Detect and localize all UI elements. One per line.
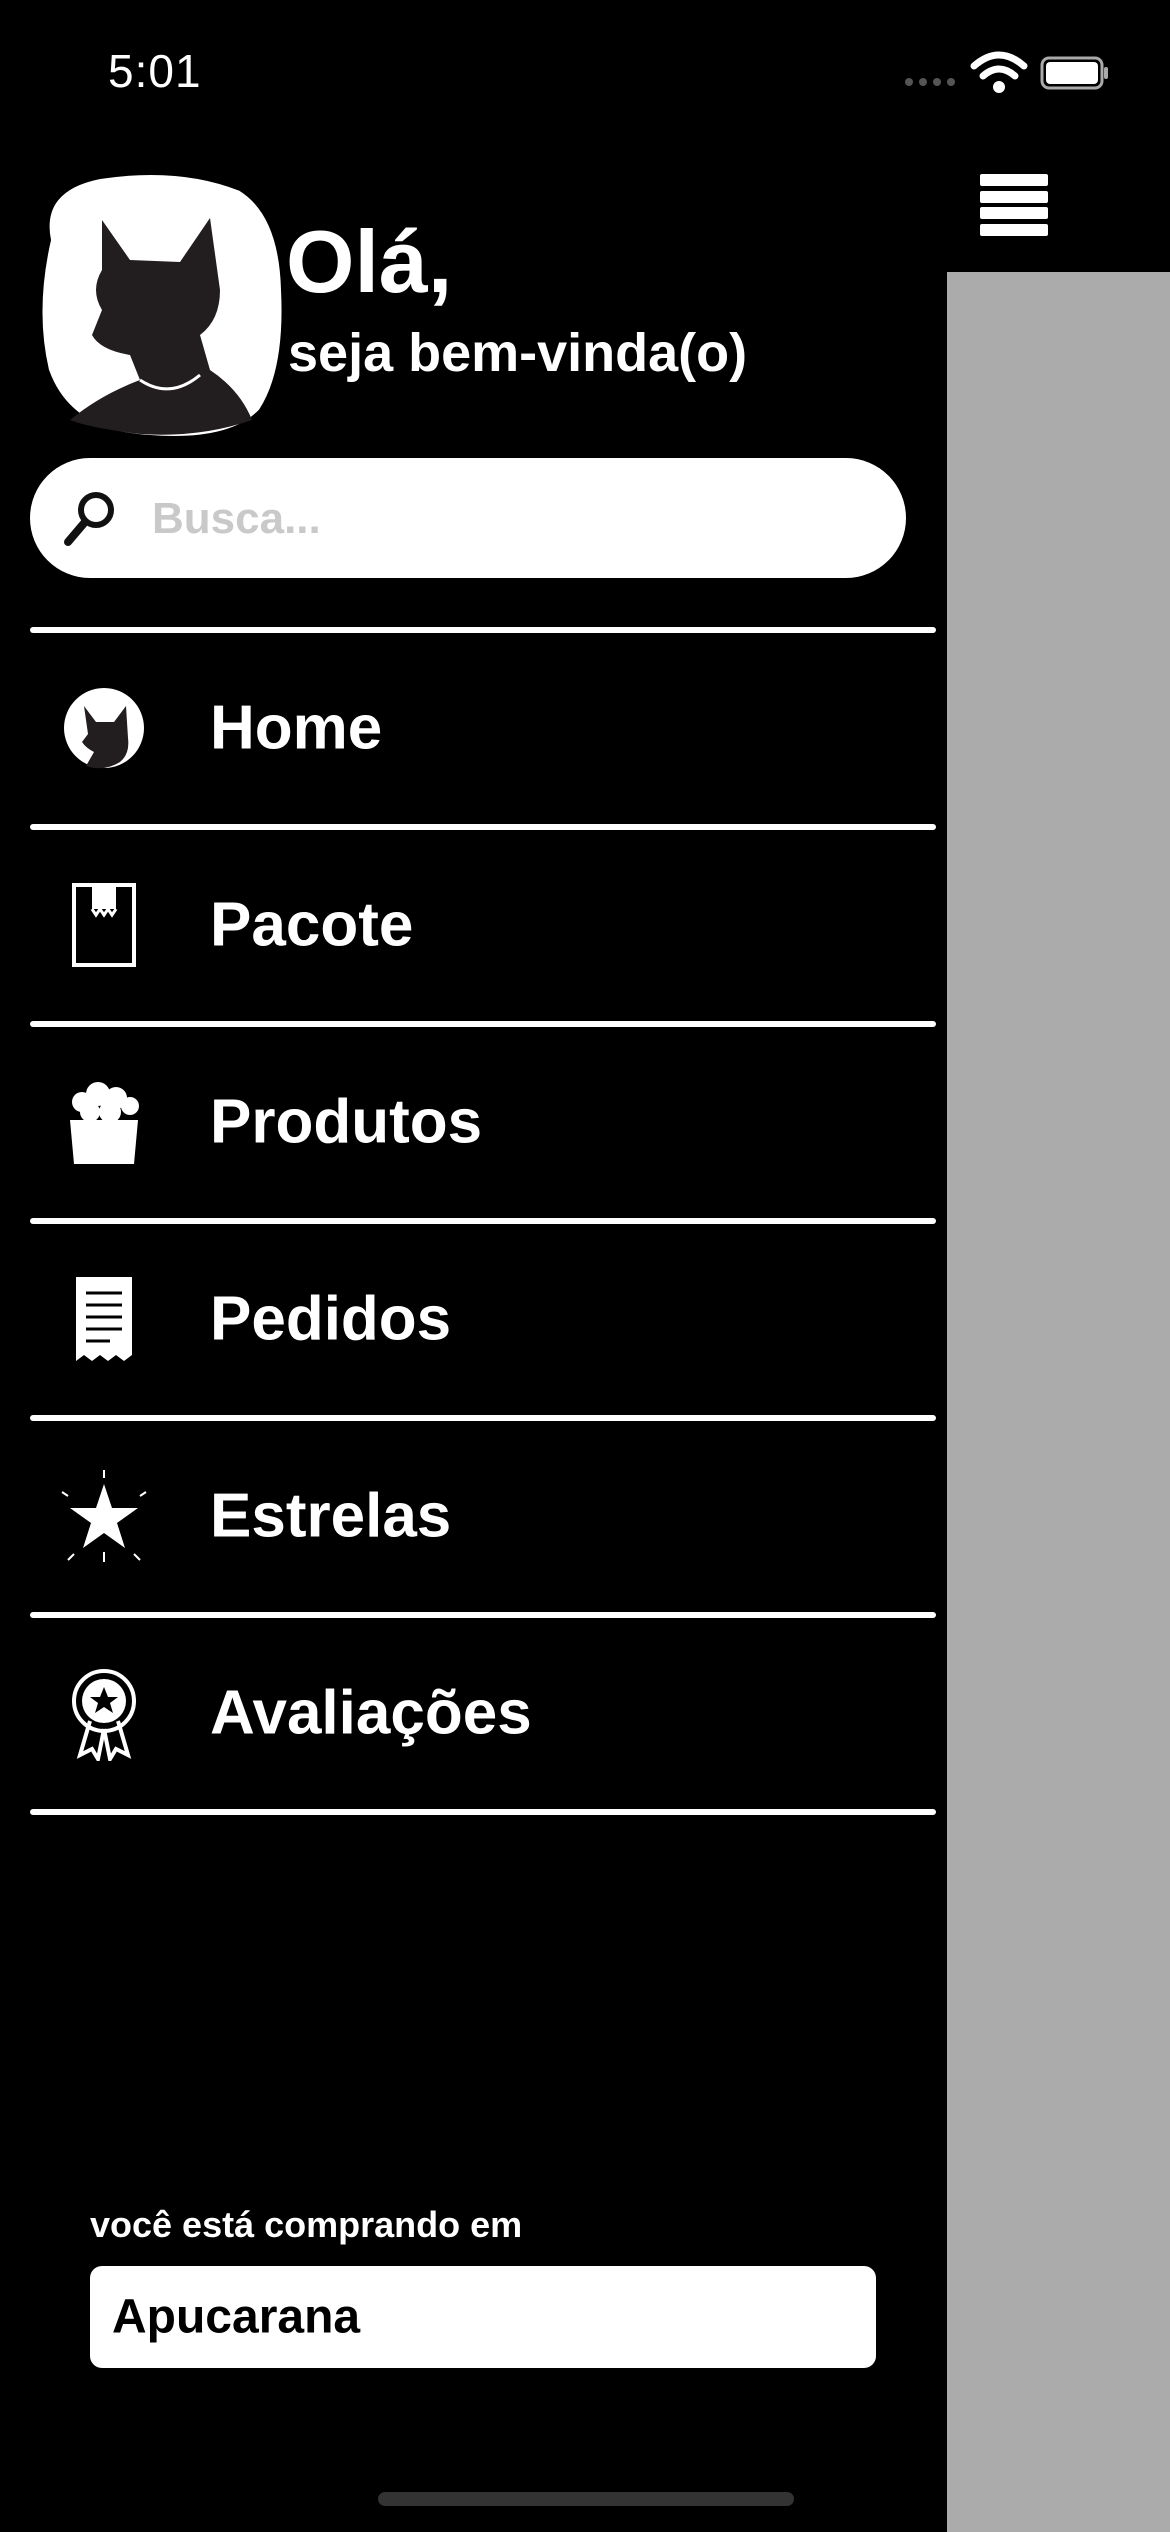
greeting-title: Olá,: [286, 212, 453, 311]
dimmed-content-overlay[interactable]: [947, 272, 1170, 2532]
fox-avatar-icon: [40, 173, 284, 438]
search-icon[interactable]: [58, 486, 122, 550]
menu-item-label: Avaliações: [210, 1678, 532, 1748]
menu-item-avaliacoes[interactable]: Avaliações: [30, 1618, 936, 1808]
city-selector[interactable]: Apucarana: [90, 2266, 876, 2368]
menu-item-label: Pedidos: [210, 1284, 452, 1354]
receipt-icon: [76, 1277, 132, 1361]
menu-item-label: Produtos: [210, 1087, 483, 1157]
status-bar: 5:01: [0, 0, 1170, 150]
search-input[interactable]: [150, 478, 874, 560]
menu-toggle-button[interactable]: [980, 174, 1048, 236]
menu-item-label: Home: [210, 693, 383, 763]
package-icon: [72, 883, 136, 967]
menu-item-pacote[interactable]: Pacote: [30, 830, 936, 1020]
products-icon: [70, 1082, 139, 1164]
menu-item-estrelas[interactable]: Estrelas: [30, 1421, 936, 1611]
city-value: Apucarana: [112, 2290, 361, 2344]
menu-item-produtos[interactable]: Produtos: [30, 1027, 936, 1217]
greeting-subtitle: seja bem-vinda(o): [288, 323, 748, 383]
location-label: você está comprando em: [90, 2204, 523, 2245]
search-bar[interactable]: [30, 458, 906, 578]
battery-icon: [1040, 56, 1108, 90]
award-icon: [72, 1669, 136, 1761]
wifi-icon: [970, 51, 1028, 93]
home-indicator[interactable]: [378, 2492, 794, 2506]
star-icon: [61, 1470, 147, 1562]
menu-divider: [30, 1809, 936, 1815]
menu-item-pedidos[interactable]: Pedidos: [30, 1224, 936, 1414]
status-time: 5:01: [108, 45, 202, 97]
menu-item-label: Estrelas: [210, 1481, 452, 1551]
menu-item-home[interactable]: Home: [30, 633, 936, 823]
fox-icon: [64, 688, 144, 769]
cellular-signal-icon: [905, 78, 955, 86]
menu-item-label: Pacote: [210, 890, 414, 960]
